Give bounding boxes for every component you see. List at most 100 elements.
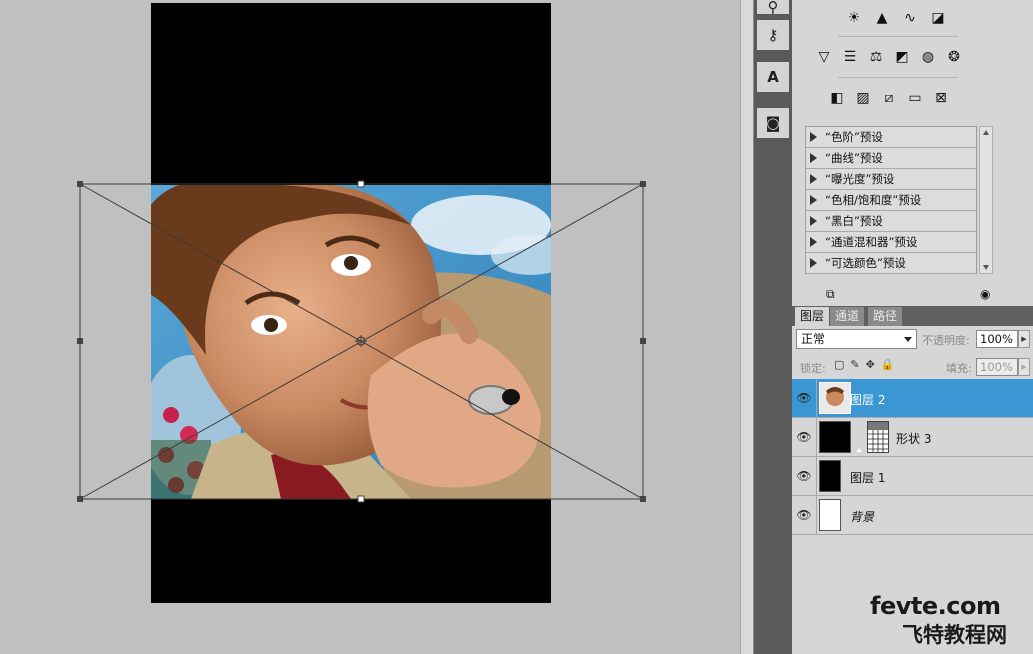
opacity-label: 不透明度: xyxy=(922,334,970,347)
tab-channels[interactable]: 通道 xyxy=(830,307,865,326)
clip-to-layer-icon[interactable]: ◉ xyxy=(980,287,990,301)
black-white-icon[interactable]: ◩ xyxy=(891,47,913,67)
lock-options: ▢ ✎ ✥ 🔒 xyxy=(834,358,895,371)
blend-mode-select[interactable]: 正常 xyxy=(796,329,917,349)
brightness-icon[interactable]: ☀ xyxy=(843,8,865,28)
character-panel-icon[interactable]: A xyxy=(757,62,789,92)
transform-handle-top-right xyxy=(640,181,646,187)
divider xyxy=(816,418,817,456)
expand-triangle-icon[interactable] xyxy=(810,258,817,268)
preset-item[interactable]: “色相/饱和度”预设 xyxy=(806,190,976,211)
visibility-eye-icon[interactable]: 👁 xyxy=(796,427,812,447)
lock-all-icon[interactable]: 🔒 xyxy=(881,358,895,371)
link-indicator-icon xyxy=(856,448,862,452)
lock-position-icon[interactable]: ✥ xyxy=(866,358,875,371)
expand-triangle-icon[interactable] xyxy=(810,237,817,247)
preset-item[interactable]: “曲线”预设 xyxy=(806,148,976,169)
invert-icon[interactable]: ◧ xyxy=(826,88,848,108)
vector-mask-thumbnail[interactable] xyxy=(867,421,889,453)
lock-pixels-icon[interactable]: ✎ xyxy=(850,358,859,371)
adjustments-row-1: ☀ ▲ ∿ ◪ xyxy=(843,8,949,28)
preset-item[interactable]: “可选颜色”预设 xyxy=(806,253,976,274)
hue-saturation-icon[interactable]: ☰ xyxy=(839,47,861,67)
layer-name: 背景 xyxy=(850,510,875,524)
layer-row-layer2[interactable]: 👁 图层 2 xyxy=(792,379,1033,418)
mask-panel-icon[interactable]: ◙ xyxy=(757,108,789,138)
visibility-eye-icon[interactable]: 👁 xyxy=(796,388,812,408)
lock-transparent-icon[interactable]: ▢ xyxy=(834,358,844,371)
adjustments-row-3: ◧ ▨ ⧄ ▭ ⊠ xyxy=(826,88,952,108)
preset-label: “色阶”预设 xyxy=(825,130,883,144)
transform-handle-middle-left xyxy=(77,338,83,344)
layer-name: 图层 1 xyxy=(850,471,886,485)
layer-thumbnail xyxy=(819,499,841,531)
brush-preset-icon[interactable]: ⚲ xyxy=(757,0,789,16)
expand-triangle-icon[interactable] xyxy=(810,216,817,226)
layer-thumbnail xyxy=(819,421,851,453)
adjustment-presets-list: “色阶”预设 “曲线”预设 “曝光度”预设 “色相/饱和度”预设 “黑白”预设 … xyxy=(805,126,977,274)
tab-paths[interactable]: 路径 xyxy=(868,307,903,326)
curves-icon[interactable]: ∿ xyxy=(899,8,921,28)
visibility-eye-icon[interactable]: 👁 xyxy=(796,505,812,525)
scroll-up-icon[interactable] xyxy=(983,130,989,135)
layer-name: 图层 2 xyxy=(850,393,886,407)
adjustments-divider xyxy=(838,36,958,37)
fill-label: 填充: xyxy=(946,362,972,375)
opacity-slider-button[interactable]: ▶ xyxy=(1018,330,1030,348)
divider xyxy=(816,496,817,534)
vibrance-icon[interactable]: ▽ xyxy=(813,47,835,67)
transform-handle-middle-right xyxy=(640,338,646,344)
adjustments-row-2: ▽ ☰ ⚖ ◩ ◍ ❂ xyxy=(813,47,965,67)
adjustments-divider xyxy=(838,77,958,78)
return-to-list-icon[interactable]: ⧉ xyxy=(826,287,835,302)
visibility-eye-icon[interactable]: 👁 xyxy=(796,466,812,486)
layer-row-background[interactable]: 👁 背景 xyxy=(792,496,1033,535)
exposure-icon[interactable]: ◪ xyxy=(927,8,949,28)
layer-thumbnail xyxy=(819,460,841,492)
scroll-down-icon[interactable] xyxy=(983,265,989,270)
preset-item[interactable]: “通道混和器”预设 xyxy=(806,232,976,253)
layer-thumbnail xyxy=(819,382,851,414)
color-balance-icon[interactable]: ⚖ xyxy=(865,47,887,67)
watermark-site: fevte.com xyxy=(870,592,1001,620)
lock-label: 锁定: xyxy=(800,362,826,375)
photo-filter-icon[interactable]: ◍ xyxy=(917,47,939,67)
preset-label: “通道混和器”预设 xyxy=(825,235,918,249)
preset-item[interactable]: “曝光度”预设 xyxy=(806,169,976,190)
selective-color-icon[interactable]: ⊠ xyxy=(930,88,952,108)
free-transform-box[interactable] xyxy=(0,0,740,654)
panel-divider[interactable] xyxy=(740,0,754,654)
expand-triangle-icon[interactable] xyxy=(810,195,817,205)
panel-dock-strip: ⚲ ⚷ A ◙ xyxy=(754,0,792,654)
layers-panel-tabs: 图层 通道 路径 xyxy=(792,306,1033,326)
layer-row-shape3[interactable]: 👁 形状 3 xyxy=(792,418,1033,457)
divider xyxy=(816,457,817,495)
preset-label: “黑白”预设 xyxy=(825,214,883,228)
fill-input[interactable]: 100% xyxy=(976,358,1018,376)
tab-layers[interactable]: 图层 xyxy=(795,307,830,326)
levels-icon[interactable]: ▲ xyxy=(871,8,893,28)
fill-slider-button[interactable]: ▶ xyxy=(1018,358,1030,376)
preset-item[interactable]: “黑白”预设 xyxy=(806,211,976,232)
transform-handle-bottom-left xyxy=(77,496,83,502)
divider xyxy=(816,379,817,417)
preset-label: “曲线”预设 xyxy=(825,151,883,165)
presets-scrollbar[interactable] xyxy=(979,126,993,274)
expand-triangle-icon[interactable] xyxy=(810,153,817,163)
preset-item[interactable]: “色阶”预设 xyxy=(806,127,976,148)
opacity-input[interactable]: 100% xyxy=(976,330,1018,348)
layer-row-layer1[interactable]: 👁 图层 1 xyxy=(792,457,1033,496)
clone-source-icon[interactable]: ⚷ xyxy=(757,20,789,50)
layer-name: 形状 3 xyxy=(896,432,932,446)
blend-mode-value: 正常 xyxy=(801,332,826,346)
expand-triangle-icon[interactable] xyxy=(810,132,817,142)
threshold-icon[interactable]: ⧄ xyxy=(878,88,900,108)
gradient-map-icon[interactable]: ▭ xyxy=(904,88,926,108)
transform-handle-bottom-center xyxy=(357,495,365,503)
preset-label: “色相/饱和度”预设 xyxy=(825,193,922,207)
chevron-down-icon xyxy=(904,337,912,342)
preset-label: “可选颜色”预设 xyxy=(825,256,906,270)
posterize-icon[interactable]: ▨ xyxy=(852,88,874,108)
expand-triangle-icon[interactable] xyxy=(810,174,817,184)
channel-mixer-icon[interactable]: ❂ xyxy=(943,47,965,67)
